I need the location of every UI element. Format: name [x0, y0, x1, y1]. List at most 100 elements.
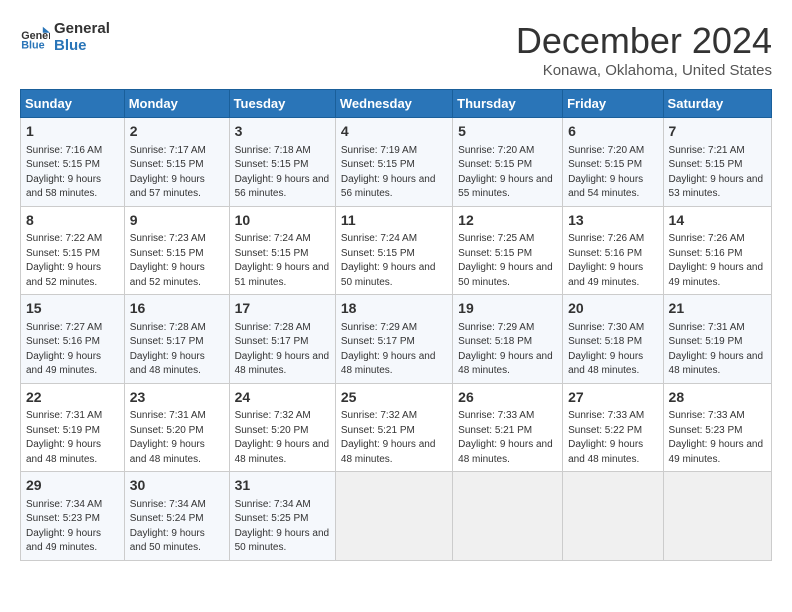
day-number: 12: [458, 211, 557, 231]
day-header-sunday: Sunday: [21, 90, 125, 118]
day-cell: 5 Sunrise: 7:20 AM Sunset: 5:15 PM Dayli…: [453, 118, 563, 207]
day-info: Sunrise: 7:28 AM Sunset: 5:17 PM Dayligh…: [130, 321, 224, 379]
day-number: 16: [130, 299, 224, 319]
day-cell: 22 Sunrise: 7:31 AM Sunset: 5:19 PM Dayl…: [21, 383, 125, 472]
day-cell: 12 Sunrise: 7:25 AM Sunset: 5:15 PM Dayl…: [453, 206, 563, 295]
logo: General Blue General Blue: [20, 20, 110, 55]
day-header-wednesday: Wednesday: [335, 90, 452, 118]
header-row: SundayMondayTuesdayWednesdayThursdayFrid…: [21, 90, 772, 118]
day-number: 14: [669, 211, 766, 231]
day-number: 25: [341, 388, 447, 408]
day-info: Sunrise: 7:33 AM Sunset: 5:23 PM Dayligh…: [669, 409, 766, 467]
header: General Blue General Blue December 2024 …: [20, 20, 772, 79]
week-row-3: 15 Sunrise: 7:27 AM Sunset: 5:16 PM Dayl…: [21, 295, 772, 384]
day-number: 15: [26, 299, 119, 319]
day-info: Sunrise: 7:18 AM Sunset: 5:15 PM Dayligh…: [235, 144, 330, 202]
day-number: 27: [568, 388, 657, 408]
title-area: December 2024 Konawa, Oklahoma, United S…: [516, 20, 772, 79]
day-info: Sunrise: 7:34 AM Sunset: 5:23 PM Dayligh…: [26, 498, 119, 556]
logo-icon: General Blue: [20, 22, 50, 52]
day-header-monday: Monday: [124, 90, 229, 118]
day-info: Sunrise: 7:20 AM Sunset: 5:15 PM Dayligh…: [458, 144, 557, 202]
day-info: Sunrise: 7:31 AM Sunset: 5:19 PM Dayligh…: [26, 409, 119, 467]
calendar-subtitle: Konawa, Oklahoma, United States: [516, 62, 772, 79]
day-cell: 9 Sunrise: 7:23 AM Sunset: 5:15 PM Dayli…: [124, 206, 229, 295]
day-number: 7: [669, 122, 766, 142]
day-info: Sunrise: 7:20 AM Sunset: 5:15 PM Dayligh…: [568, 144, 657, 202]
week-row-4: 22 Sunrise: 7:31 AM Sunset: 5:19 PM Dayl…: [21, 383, 772, 472]
day-cell: [663, 472, 771, 561]
day-cell: 16 Sunrise: 7:28 AM Sunset: 5:17 PM Dayl…: [124, 295, 229, 384]
day-number: 8: [26, 211, 119, 231]
day-cell: 31 Sunrise: 7:34 AM Sunset: 5:25 PM Dayl…: [229, 472, 335, 561]
day-info: Sunrise: 7:31 AM Sunset: 5:19 PM Dayligh…: [669, 321, 766, 379]
day-info: Sunrise: 7:25 AM Sunset: 5:15 PM Dayligh…: [458, 232, 557, 290]
day-number: 24: [235, 388, 330, 408]
day-info: Sunrise: 7:33 AM Sunset: 5:21 PM Dayligh…: [458, 409, 557, 467]
day-cell: 27 Sunrise: 7:33 AM Sunset: 5:22 PM Dayl…: [563, 383, 663, 472]
svg-text:Blue: Blue: [21, 40, 44, 52]
day-cell: 14 Sunrise: 7:26 AM Sunset: 5:16 PM Dayl…: [663, 206, 771, 295]
day-number: 6: [568, 122, 657, 142]
day-number: 21: [669, 299, 766, 319]
day-info: Sunrise: 7:28 AM Sunset: 5:17 PM Dayligh…: [235, 321, 330, 379]
day-cell: 4 Sunrise: 7:19 AM Sunset: 5:15 PM Dayli…: [335, 118, 452, 207]
day-cell: 23 Sunrise: 7:31 AM Sunset: 5:20 PM Dayl…: [124, 383, 229, 472]
day-number: 30: [130, 476, 224, 496]
day-cell: 18 Sunrise: 7:29 AM Sunset: 5:17 PM Dayl…: [335, 295, 452, 384]
day-cell: 29 Sunrise: 7:34 AM Sunset: 5:23 PM Dayl…: [21, 472, 125, 561]
day-cell: 15 Sunrise: 7:27 AM Sunset: 5:16 PM Dayl…: [21, 295, 125, 384]
calendar-title: December 2024: [516, 20, 772, 62]
week-row-2: 8 Sunrise: 7:22 AM Sunset: 5:15 PM Dayli…: [21, 206, 772, 295]
day-header-friday: Friday: [563, 90, 663, 118]
day-number: 19: [458, 299, 557, 319]
day-header-saturday: Saturday: [663, 90, 771, 118]
day-info: Sunrise: 7:22 AM Sunset: 5:15 PM Dayligh…: [26, 232, 119, 290]
day-cell: 7 Sunrise: 7:21 AM Sunset: 5:15 PM Dayli…: [663, 118, 771, 207]
day-info: Sunrise: 7:21 AM Sunset: 5:15 PM Dayligh…: [669, 144, 766, 202]
day-info: Sunrise: 7:16 AM Sunset: 5:15 PM Dayligh…: [26, 144, 119, 202]
day-info: Sunrise: 7:34 AM Sunset: 5:25 PM Dayligh…: [235, 498, 330, 556]
day-cell: 10 Sunrise: 7:24 AM Sunset: 5:15 PM Dayl…: [229, 206, 335, 295]
day-number: 20: [568, 299, 657, 319]
day-header-thursday: Thursday: [453, 90, 563, 118]
week-row-1: 1 Sunrise: 7:16 AM Sunset: 5:15 PM Dayli…: [21, 118, 772, 207]
day-number: 23: [130, 388, 224, 408]
day-number: 2: [130, 122, 224, 142]
day-info: Sunrise: 7:29 AM Sunset: 5:18 PM Dayligh…: [458, 321, 557, 379]
calendar-table: SundayMondayTuesdayWednesdayThursdayFrid…: [20, 89, 772, 561]
day-cell: 13 Sunrise: 7:26 AM Sunset: 5:16 PM Dayl…: [563, 206, 663, 295]
day-cell: 8 Sunrise: 7:22 AM Sunset: 5:15 PM Dayli…: [21, 206, 125, 295]
day-info: Sunrise: 7:33 AM Sunset: 5:22 PM Dayligh…: [568, 409, 657, 467]
day-number: 3: [235, 122, 330, 142]
day-info: Sunrise: 7:30 AM Sunset: 5:18 PM Dayligh…: [568, 321, 657, 379]
day-number: 22: [26, 388, 119, 408]
day-info: Sunrise: 7:17 AM Sunset: 5:15 PM Dayligh…: [130, 144, 224, 202]
day-cell: [335, 472, 452, 561]
day-cell: 25 Sunrise: 7:32 AM Sunset: 5:21 PM Dayl…: [335, 383, 452, 472]
day-info: Sunrise: 7:26 AM Sunset: 5:16 PM Dayligh…: [568, 232, 657, 290]
day-number: 29: [26, 476, 119, 496]
day-info: Sunrise: 7:19 AM Sunset: 5:15 PM Dayligh…: [341, 144, 447, 202]
week-row-5: 29 Sunrise: 7:34 AM Sunset: 5:23 PM Dayl…: [21, 472, 772, 561]
day-info: Sunrise: 7:24 AM Sunset: 5:15 PM Dayligh…: [235, 232, 330, 290]
day-number: 11: [341, 211, 447, 231]
day-cell: 1 Sunrise: 7:16 AM Sunset: 5:15 PM Dayli…: [21, 118, 125, 207]
day-info: Sunrise: 7:32 AM Sunset: 5:21 PM Dayligh…: [341, 409, 447, 467]
day-cell: [563, 472, 663, 561]
day-cell: 2 Sunrise: 7:17 AM Sunset: 5:15 PM Dayli…: [124, 118, 229, 207]
day-number: 9: [130, 211, 224, 231]
day-cell: 11 Sunrise: 7:24 AM Sunset: 5:15 PM Dayl…: [335, 206, 452, 295]
day-info: Sunrise: 7:34 AM Sunset: 5:24 PM Dayligh…: [130, 498, 224, 556]
day-number: 13: [568, 211, 657, 231]
day-number: 10: [235, 211, 330, 231]
day-info: Sunrise: 7:23 AM Sunset: 5:15 PM Dayligh…: [130, 232, 224, 290]
day-number: 4: [341, 122, 447, 142]
day-info: Sunrise: 7:26 AM Sunset: 5:16 PM Dayligh…: [669, 232, 766, 290]
day-info: Sunrise: 7:32 AM Sunset: 5:20 PM Dayligh…: [235, 409, 330, 467]
day-number: 5: [458, 122, 557, 142]
day-cell: 28 Sunrise: 7:33 AM Sunset: 5:23 PM Dayl…: [663, 383, 771, 472]
day-cell: 20 Sunrise: 7:30 AM Sunset: 5:18 PM Dayl…: [563, 295, 663, 384]
day-cell: 19 Sunrise: 7:29 AM Sunset: 5:18 PM Dayl…: [453, 295, 563, 384]
day-cell: 30 Sunrise: 7:34 AM Sunset: 5:24 PM Dayl…: [124, 472, 229, 561]
